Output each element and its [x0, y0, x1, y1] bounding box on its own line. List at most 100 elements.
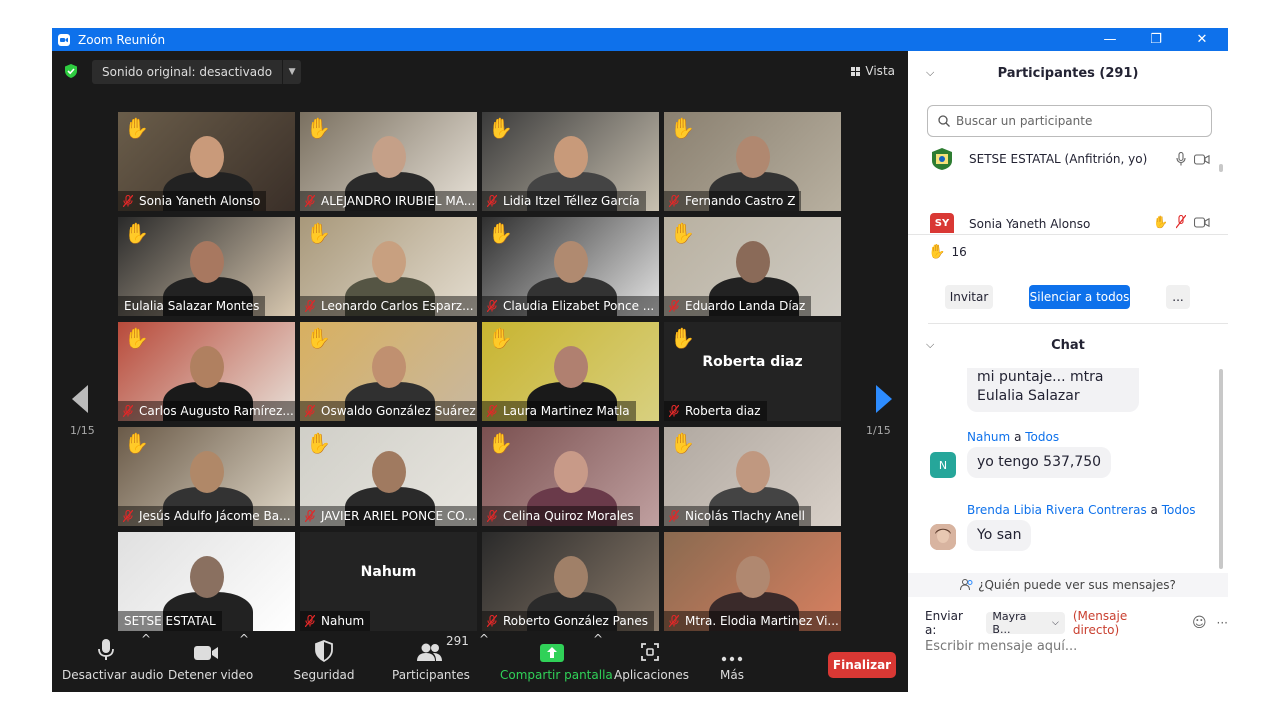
microphone-muted-icon — [487, 615, 497, 627]
minimize-button[interactable]: — — [1087, 28, 1133, 51]
video-options-caret-icon[interactable]: ^ — [239, 632, 249, 646]
sender-name: Nahum — [967, 430, 1011, 444]
more-dots-icon — [721, 656, 743, 662]
video-area: Sonido original: desactivado ▼ Vista 1/1… — [52, 51, 908, 692]
participant-name-bar: Eulalia Salazar Montes — [118, 296, 266, 316]
video-tile[interactable]: ✋ Eulalia Salazar Montes — [118, 217, 295, 316]
share-screen-button[interactable]: Compartir pantalla — [500, 632, 613, 692]
original-sound-button[interactable]: Sonido original: desactivado ▼ — [92, 60, 302, 84]
close-button[interactable]: ✕ — [1179, 28, 1225, 51]
invite-button[interactable]: Invitar — [945, 285, 993, 309]
microphone-muted-icon — [487, 405, 497, 417]
participant-row[interactable]: SETSE ESTATAL (Anfitrión, yo) — [930, 144, 1210, 174]
more-options-button[interactable]: ... — [1166, 285, 1190, 309]
audio-options-caret-icon[interactable]: ^ — [141, 632, 151, 646]
avatar-photo-icon — [930, 524, 956, 550]
collapse-chevron-icon[interactable]: ⌵ — [926, 66, 934, 80]
people-icon — [960, 579, 973, 591]
participant-name: Jesús Adulfo Jácome Ba... — [139, 509, 291, 523]
security-button[interactable]: Seguridad — [288, 632, 360, 692]
recipient-select[interactable]: Mayra B... ⌵ — [986, 610, 1065, 636]
microphone-muted-icon — [305, 300, 315, 312]
participant-name-bar: Laura Martinez Matla — [482, 401, 636, 421]
video-tile[interactable]: ✋ Jesús Adulfo Jácome Ba... — [118, 427, 295, 526]
microphone-icon[interactable] — [1176, 152, 1186, 166]
more-dots-icon[interactable]: ··· — [1217, 616, 1228, 630]
video-tile[interactable]: ✋ Oswaldo González Suárez — [300, 322, 477, 421]
send-to-label: Enviar a: — [925, 609, 963, 637]
participant-row[interactable]: SY Sonia Yaneth Alonso ✋ — [930, 213, 1210, 233]
chevron-down-icon[interactable]: ▼ — [282, 60, 301, 84]
participant-face — [372, 136, 406, 178]
video-tile[interactable]: ✋ Leonardo Carlos Esparz... — [300, 217, 477, 316]
microphone-muted-icon[interactable] — [1176, 215, 1186, 229]
participant-name-bar: Sonia Yaneth Alonso — [118, 191, 267, 211]
video-tile[interactable]: ✋ Sonia Yaneth Alonso — [118, 112, 295, 211]
video-camera-icon[interactable] — [1194, 153, 1210, 165]
video-camera-icon[interactable] — [1194, 216, 1210, 228]
collapse-chevron-icon[interactable]: ⌵ — [926, 338, 934, 352]
participant-name-bar: Carlos Augusto Ramírez... — [118, 401, 295, 421]
grid-view-icon — [851, 66, 861, 76]
video-tile[interactable]: SETSE ESTATAL — [118, 532, 295, 631]
video-tile[interactable]: Mtra. Elodia Martinez Vi... — [664, 532, 841, 631]
video-tile[interactable]: ✋ Lidia Itzel Téllez García — [482, 112, 659, 211]
microphone-muted-icon — [305, 195, 315, 207]
chat-message-input[interactable]: Escribir mensaje aquí... — [925, 639, 1077, 654]
participants-scrollbar[interactable] — [1219, 164, 1223, 172]
participant-face — [554, 556, 588, 598]
video-tile[interactable]: ✋ Celina Quiroz Morales — [482, 427, 659, 526]
participant-face — [554, 136, 588, 178]
video-tile[interactable]: ✋ Laura Martinez Matla — [482, 322, 659, 421]
chat-scrollbar[interactable] — [1219, 369, 1223, 569]
video-tile[interactable]: Roberta diaz ✋ Roberta diaz — [664, 322, 841, 421]
participant-name-bar: Nahum — [300, 611, 371, 631]
microphone-muted-icon — [305, 510, 315, 522]
next-page-arrow-icon[interactable] — [868, 379, 898, 419]
emoji-icon[interactable]: ☺ — [1192, 615, 1207, 631]
participant-face — [736, 136, 770, 178]
apps-label: Aplicaciones — [614, 668, 689, 682]
raised-hand-icon: ✋ — [488, 326, 513, 350]
video-tile[interactable]: ✋ Fernando Castro Z — [664, 112, 841, 211]
chat-title: Chat — [1051, 337, 1085, 353]
video-tile[interactable]: ✋ Claudia Elizabet Ponce ... — [482, 217, 659, 316]
view-button[interactable]: Vista — [846, 60, 900, 82]
raised-hand-icon: ✋ — [124, 116, 149, 140]
participant-face — [554, 346, 588, 388]
chat-message-bubble: mi puntaje... mtra Eulalia Salazar — [967, 368, 1139, 412]
video-tile[interactable]: ✋ JAVIER ARIEL PONCE CO... — [300, 427, 477, 526]
raised-hand-icon: ✋ — [1153, 215, 1168, 229]
participants-options-caret-icon[interactable]: ^ — [479, 632, 489, 646]
chat-message-bubble: yo tengo 537,750 — [967, 447, 1112, 478]
end-meeting-button[interactable]: Finalizar — [828, 652, 896, 678]
participant-name-bar: SETSE ESTATAL — [118, 611, 222, 631]
stop-video-button[interactable]: Detener video — [168, 632, 254, 692]
video-tile[interactable]: ✋ Eduardo Landa Díaz — [664, 217, 841, 316]
chat-message-bubble: Yo san — [967, 520, 1032, 551]
meeting-top-bar: Sonido original: desactivado ▼ Vista — [52, 51, 908, 91]
search-placeholder: Buscar un participante — [956, 114, 1093, 128]
mute-audio-button[interactable]: Desactivar audio — [62, 632, 163, 692]
who-can-see-messages-link[interactable]: ¿Quién puede ver sus mensajes? — [908, 573, 1228, 597]
participant-name-bar: Nicolás Tlachy Anell — [664, 506, 812, 526]
mute-all-button[interactable]: Silenciar a todos — [1029, 285, 1130, 309]
stop-video-label: Detener video — [168, 668, 254, 682]
share-options-caret-icon[interactable]: ^ — [593, 632, 603, 646]
video-tile[interactable]: Roberto González Panes — [482, 532, 659, 631]
zoom-logo-icon — [58, 33, 70, 46]
participant-name: SETSE ESTATAL — [124, 614, 216, 628]
video-tile[interactable]: ✋ Nicolás Tlachy Anell — [664, 427, 841, 526]
video-tile[interactable]: Nahum Nahum — [300, 532, 477, 631]
more-button[interactable]: Más — [704, 632, 760, 692]
previous-page-arrow-icon[interactable] — [66, 379, 96, 419]
restore-button[interactable]: ❐ — [1133, 28, 1179, 51]
encryption-shield-icon[interactable] — [64, 64, 78, 78]
panel-divider — [908, 234, 1228, 235]
apps-icon — [641, 643, 659, 661]
participant-search-input[interactable]: Buscar un participante — [927, 105, 1212, 137]
apps-button[interactable]: Aplicaciones — [614, 632, 689, 692]
video-tile[interactable]: ✋ Carlos Augusto Ramírez... — [118, 322, 295, 421]
participant-face — [736, 556, 770, 598]
video-tile[interactable]: ✋ ALEJANDRO IRUBIEL MA... — [300, 112, 477, 211]
